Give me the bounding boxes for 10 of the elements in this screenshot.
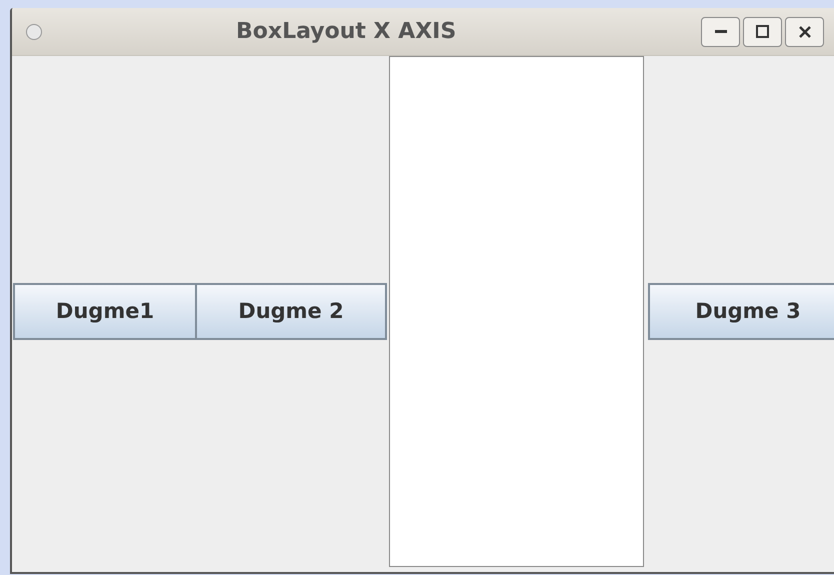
window-title: BoxLayout X AXIS: [236, 18, 456, 46]
close-button[interactable]: [785, 16, 824, 46]
minimize-button[interactable]: [701, 16, 740, 46]
maximize-icon: [756, 25, 769, 38]
maximize-button[interactable]: [743, 16, 782, 46]
minimize-icon: [714, 30, 726, 34]
push-button[interactable]: Dugme 2: [195, 283, 387, 340]
push-button[interactable]: Dugme1: [13, 283, 197, 340]
push-button[interactable]: Dugme 3: [648, 283, 834, 340]
close-icon: [798, 26, 810, 38]
